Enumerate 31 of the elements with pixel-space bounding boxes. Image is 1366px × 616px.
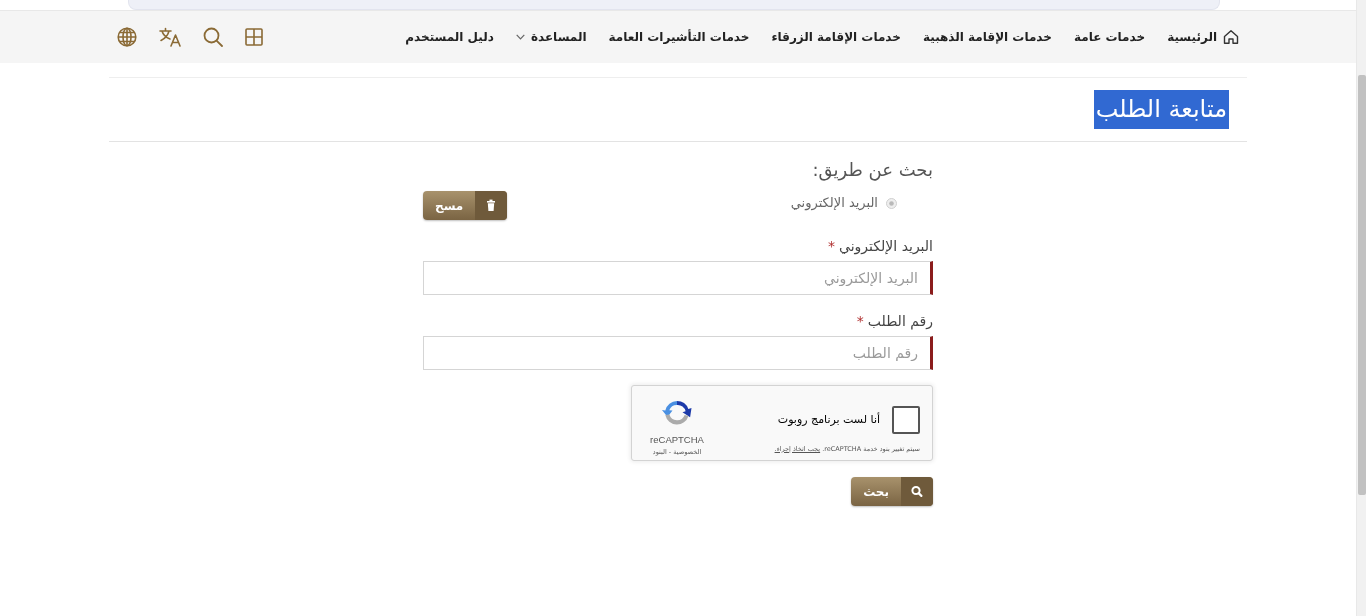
radio-label: البريد الإلكتروني bbox=[790, 194, 878, 213]
required-asterisk: * bbox=[856, 312, 864, 332]
field-label: رقم الطلب bbox=[867, 313, 933, 331]
scrollbar-thumb[interactable] bbox=[1357, 75, 1366, 495]
nav-link[interactable]: خدمات الإقامة الزرقاء bbox=[771, 28, 901, 46]
search-icon[interactable] bbox=[203, 27, 223, 47]
field-label: البريد الإلكتروني bbox=[839, 238, 933, 256]
home-icon bbox=[1223, 29, 1239, 45]
trash-icon bbox=[475, 191, 508, 221]
captcha-label: أنا لست برنامج روبوت bbox=[777, 412, 880, 429]
search-icon bbox=[901, 477, 933, 507]
search-button[interactable]: بحث bbox=[851, 477, 933, 507]
clear-button[interactable]: مسح bbox=[423, 191, 508, 221]
translate-icon[interactable] bbox=[159, 27, 181, 47]
page-title: متابعة الطلب bbox=[1093, 89, 1229, 130]
nav-link[interactable]: خدمات عامة bbox=[1073, 28, 1146, 46]
chevron-down-icon bbox=[515, 34, 525, 40]
scrollbar[interactable] bbox=[1356, 0, 1366, 616]
input-field[interactable]: البريد الإلكتروني bbox=[423, 261, 933, 296]
globe-icon[interactable] bbox=[117, 27, 137, 47]
grid-icon[interactable] bbox=[245, 28, 263, 46]
required-asterisk: * bbox=[828, 237, 836, 257]
input-field[interactable]: رقم الطلب bbox=[423, 336, 933, 371]
nav-link[interactable]: دليل المستخدم bbox=[405, 28, 494, 46]
captcha-checkbox[interactable] bbox=[892, 406, 920, 435]
nav-link[interactable]: خدمات الإقامة الذهبية bbox=[922, 28, 1052, 46]
nav-link[interactable]: الرئيسية bbox=[1167, 28, 1239, 46]
search-by-heading: بحث عن طريق: bbox=[811, 158, 933, 182]
nav-link[interactable]: خدمات التأشيرات العامة bbox=[608, 28, 750, 46]
recaptcha-brand: reCAPTCHA bbox=[650, 435, 704, 446]
nav-link[interactable]: المساعدة bbox=[515, 28, 587, 46]
